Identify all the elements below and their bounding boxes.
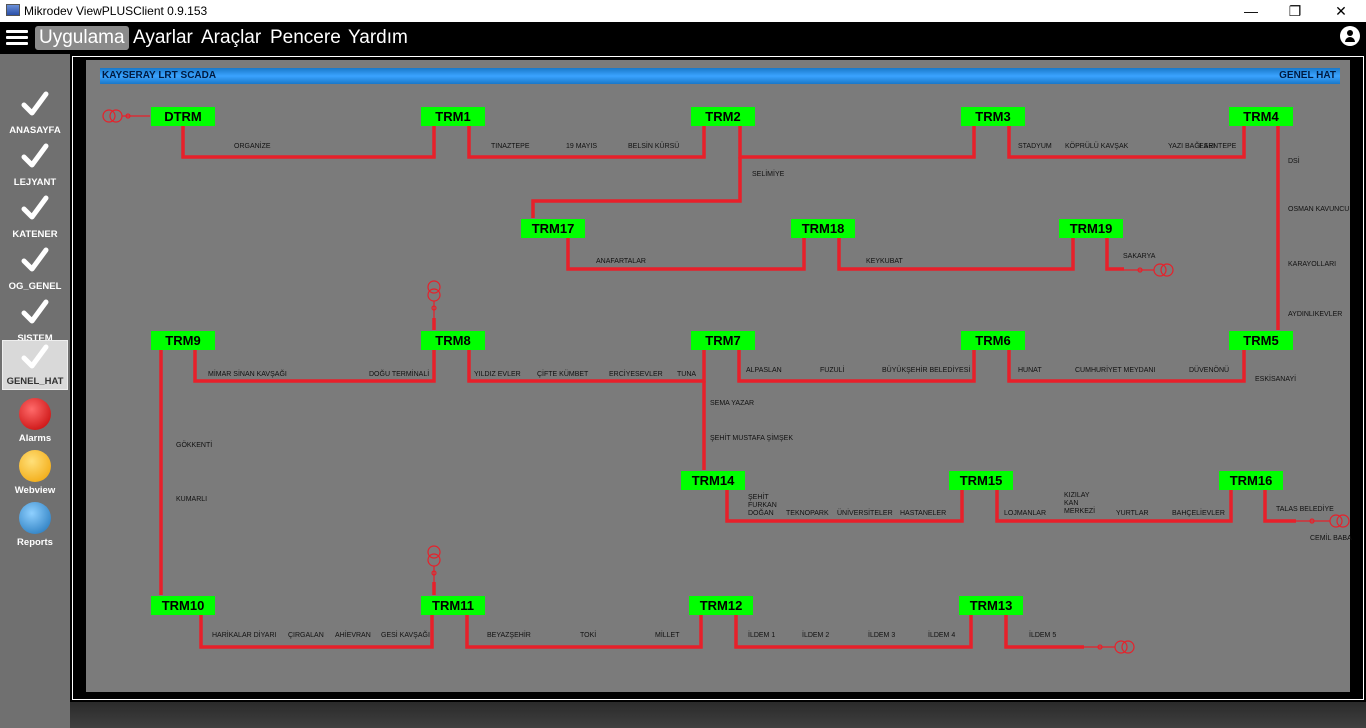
stop-label: ÇIRGALAN bbox=[288, 632, 324, 639]
stop-label: GESİ KAVŞAĞI bbox=[381, 632, 430, 639]
stop-label: TINAZTEPE bbox=[491, 143, 530, 150]
stop-label: KIZILAY KAN MERKEZİ bbox=[1064, 492, 1096, 515]
stop-label: CEMİL BABA bbox=[1310, 535, 1352, 542]
stop-label: TALAS BELEDİYE bbox=[1276, 506, 1334, 513]
station-trm15[interactable]: TRM15 bbox=[949, 471, 1013, 490]
stop-label: BAHÇELİEVLER bbox=[1172, 510, 1225, 517]
stop-label: İLDEM 2 bbox=[802, 632, 830, 639]
stop-label: ÜNİVERSİTELER bbox=[837, 510, 893, 517]
stop-label: BEYAZŞEHİR bbox=[487, 632, 531, 639]
stop-label: FUZULİ bbox=[820, 367, 845, 374]
station-trm16[interactable]: TRM16 bbox=[1219, 471, 1283, 490]
stop-label: ŞEHİT MUSTAFA ŞİMŞEK bbox=[710, 435, 793, 442]
station-trm12[interactable]: TRM12 bbox=[689, 596, 753, 615]
station-trm14[interactable]: TRM14 bbox=[681, 471, 745, 490]
stop-label: SAKARYA bbox=[1123, 253, 1156, 260]
stop-label: HASTANELER bbox=[900, 510, 947, 517]
stop-label: SELİMİYE bbox=[752, 171, 785, 178]
station-trm19[interactable]: TRM19 bbox=[1059, 219, 1123, 238]
stop-label: ANAFARTALAR bbox=[596, 258, 646, 265]
stop-label: ALPASLAN bbox=[746, 367, 782, 374]
station-dtrm[interactable]: DTRM bbox=[151, 107, 215, 126]
stop-label: MİLLET bbox=[655, 632, 680, 639]
station-trm4[interactable]: TRM4 bbox=[1229, 107, 1293, 126]
stop-label: KEYKUBAT bbox=[866, 258, 903, 265]
station-trm13[interactable]: TRM13 bbox=[959, 596, 1023, 615]
station-trm8[interactable]: TRM8 bbox=[421, 331, 485, 350]
stop-label: ŞEHİT FURKAN DOĞAN bbox=[748, 494, 777, 517]
station-trm1[interactable]: TRM1 bbox=[421, 107, 485, 126]
stop-label: HUNAT bbox=[1018, 367, 1042, 374]
stop-label: OSMAN KAVUNCU bbox=[1288, 206, 1350, 213]
stop-label: CUMHURİYET MEYDANI bbox=[1075, 367, 1156, 374]
stop-label: DSİ bbox=[1288, 158, 1300, 165]
stop-label: KÖPRÜLÜ KAVŞAK bbox=[1065, 143, 1129, 150]
stop-label: İLDEM 4 bbox=[928, 632, 956, 639]
stop-label: DÜVENÖNÜ bbox=[1189, 367, 1230, 374]
stop-label: LOJMANLAR bbox=[1004, 510, 1047, 517]
station-trm10[interactable]: TRM10 bbox=[151, 596, 215, 615]
stop-label: 19 MAYIS bbox=[566, 143, 597, 150]
station-trm18[interactable]: TRM18 bbox=[791, 219, 855, 238]
station-trm5[interactable]: TRM5 bbox=[1229, 331, 1293, 350]
stop-label: TEKNOPARK bbox=[786, 510, 829, 517]
stop-label: STADYUM bbox=[1018, 143, 1052, 150]
station-trm11[interactable]: TRM11 bbox=[421, 596, 485, 615]
stop-label: DOĞU TERMİNALİ bbox=[369, 371, 430, 378]
stop-label: İLDEM 1 bbox=[748, 632, 776, 639]
stop-label: BÜYÜKŞEHİR BELEDİYESİ bbox=[882, 367, 971, 374]
station-trm7[interactable]: TRM7 bbox=[691, 331, 755, 350]
stop-label: ORGANİZE bbox=[234, 143, 271, 150]
station-trm6[interactable]: TRM6 bbox=[961, 331, 1025, 350]
stop-label: ESENTEPE bbox=[1199, 143, 1237, 150]
stop-label: ÇİFTE KÜMBET bbox=[537, 371, 589, 378]
stop-label: TUNA bbox=[677, 371, 697, 378]
stop-label: ESKİSANAYİ bbox=[1255, 376, 1297, 383]
stop-label: BELSİN KÜRSÜ bbox=[628, 143, 680, 150]
station-trm2[interactable]: TRM2 bbox=[691, 107, 755, 126]
stop-label: YILDIZ EVLER bbox=[474, 371, 521, 378]
stop-label: AHİEVRAN bbox=[335, 632, 371, 639]
station-trm17[interactable]: TRM17 bbox=[521, 219, 585, 238]
stop-label: GÖKKENTİ bbox=[176, 442, 213, 449]
station-trm3[interactable]: TRM3 bbox=[961, 107, 1025, 126]
stop-label: YURTLAR bbox=[1116, 510, 1149, 517]
stop-label: ERCİYESEVLER bbox=[609, 371, 663, 378]
station-trm9[interactable]: TRM9 bbox=[151, 331, 215, 350]
stop-label: SEMA YAZAR bbox=[710, 400, 755, 407]
stop-label: HARİKALAR DİYARI bbox=[212, 632, 277, 639]
stop-label: İLDEM 3 bbox=[868, 632, 896, 639]
stop-label: KUMARLI bbox=[176, 496, 208, 503]
stop-label: TOKİ bbox=[580, 632, 597, 639]
stop-label: KARAYOLLARI bbox=[1288, 261, 1337, 268]
stop-label: İLDEM 5 bbox=[1029, 632, 1057, 639]
stop-label: AYDINLIKEVLER bbox=[1288, 311, 1343, 318]
stop-label: MİMAR SİNAN KAVŞAĞI bbox=[208, 371, 287, 378]
